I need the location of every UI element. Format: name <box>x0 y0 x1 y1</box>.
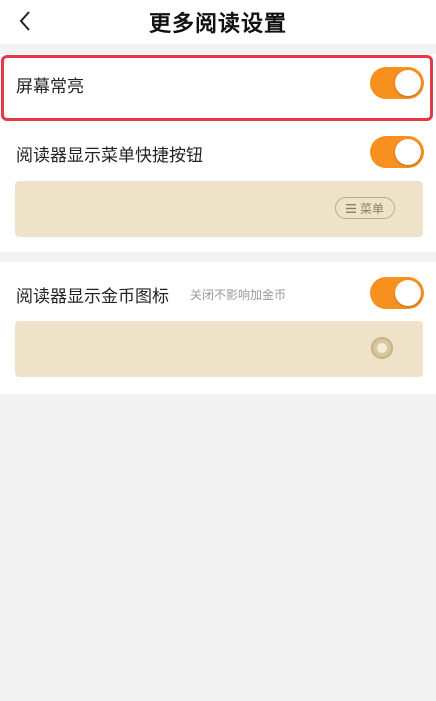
coin-icon-preview <box>15 321 423 377</box>
top-bar: 更多阅读设置 <box>0 0 436 44</box>
page-title: 更多阅读设置 <box>148 12 287 37</box>
menu-shortcut-label: 阅读器显示菜单快捷按钮 <box>16 146 203 166</box>
settings-section-coin: 阅读器显示金币图标 关闭不影响加金币 <box>0 262 436 394</box>
menu-shortcut-toggle[interactable] <box>370 136 424 168</box>
coin-icon-note: 关闭不影响加金币 <box>190 288 287 302</box>
coin-icon-label: 阅读器显示金币图标 <box>16 287 169 307</box>
menu-chip-label: 菜单 <box>359 201 384 216</box>
menu-lines-icon <box>345 203 356 213</box>
menu-chip: 菜单 <box>334 197 395 219</box>
toggle-knob <box>395 280 421 306</box>
menu-shortcut-preview: 菜单 <box>15 181 423 237</box>
highlight-frame <box>1 55 433 121</box>
setting-row-menu-shortcut: 阅读器显示菜单快捷按钮 <box>0 129 436 175</box>
coin-icon <box>371 337 393 359</box>
setting-row-coin-icon: 阅读器显示金币图标 关闭不影响加金币 <box>0 270 436 316</box>
coin-icon-toggle[interactable] <box>370 277 424 309</box>
toggle-knob <box>395 139 421 165</box>
